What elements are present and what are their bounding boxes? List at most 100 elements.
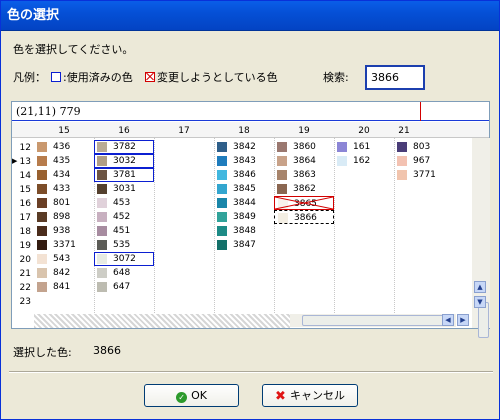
color-number: 3848 bbox=[233, 226, 256, 236]
color-cell[interactable]: 3032 bbox=[94, 154, 154, 168]
color-number: 647 bbox=[113, 282, 131, 292]
color-cell[interactable]: 3842 bbox=[214, 140, 274, 154]
color-cell[interactable]: 841 bbox=[34, 280, 94, 294]
color-cell[interactable]: 842 bbox=[34, 266, 94, 280]
color-cell[interactable]: 436 bbox=[34, 140, 94, 154]
cancel-button[interactable]: ✖ キャンセル bbox=[262, 384, 358, 407]
row-header: 22 bbox=[19, 283, 31, 293]
color-cell[interactable]: 3782 bbox=[94, 140, 154, 154]
color-number: 3845 bbox=[233, 184, 256, 194]
color-number: 162 bbox=[353, 156, 371, 166]
color-cell[interactable]: 3866 bbox=[274, 210, 334, 224]
legend-changing: 変更しようとしている色 bbox=[145, 71, 278, 85]
color-cell[interactable]: 898 bbox=[34, 210, 94, 224]
row-header: 15 bbox=[19, 185, 31, 195]
color-cell[interactable]: 3846 bbox=[214, 168, 274, 182]
color-swatch bbox=[397, 170, 407, 180]
color-grid[interactable]: (21,11) 779 15 16 17 18 19 20 21 12 13 14 15 16 17 1… bbox=[11, 101, 490, 338]
scroll-up-button[interactable]: ▲ bbox=[474, 281, 486, 293]
color-cell[interactable]: 3864 bbox=[274, 154, 334, 168]
color-cell[interactable]: 3847 bbox=[214, 238, 274, 252]
overflow-hatch bbox=[34, 314, 290, 328]
grid-line bbox=[154, 138, 155, 313]
color-number: 435 bbox=[53, 156, 71, 166]
color-cell[interactable]: 803 bbox=[394, 140, 454, 154]
color-cell[interactable]: 648 bbox=[94, 266, 154, 280]
color-cell[interactable]: 3845 bbox=[214, 182, 274, 196]
color-number: 803 bbox=[413, 142, 431, 152]
color-swatch bbox=[217, 156, 227, 166]
coord-readout: (21,11) 779 bbox=[12, 102, 489, 121]
color-cell[interactable]: 3031 bbox=[94, 182, 154, 196]
color-cell[interactable]: 3863 bbox=[274, 168, 334, 182]
scroll-down-button[interactable]: ▼ bbox=[474, 296, 486, 308]
color-swatch bbox=[97, 268, 107, 278]
color-number: 801 bbox=[53, 198, 71, 208]
color-number: 3849 bbox=[233, 212, 256, 222]
color-cell[interactable]: 535 bbox=[94, 238, 154, 252]
color-cell[interactable]: 3860 bbox=[274, 140, 334, 154]
color-number: 3771 bbox=[413, 170, 436, 180]
search-input[interactable] bbox=[365, 65, 425, 90]
selected-value: 3866 bbox=[93, 344, 121, 357]
legend-changing-label: 変更しようとしている色 bbox=[157, 71, 278, 84]
color-number: 436 bbox=[53, 142, 71, 152]
color-number: 433 bbox=[53, 184, 71, 194]
color-cell[interactable]: 434 bbox=[34, 168, 94, 182]
color-cell[interactable]: 3844 bbox=[214, 196, 274, 210]
color-cell[interactable]: 3781 bbox=[94, 168, 154, 182]
color-cell[interactable]: 3848 bbox=[214, 224, 274, 238]
color-cell[interactable]: 435 bbox=[34, 154, 94, 168]
color-cell[interactable]: 967 bbox=[394, 154, 454, 168]
column-header-row: 15 16 17 18 19 20 21 bbox=[12, 122, 489, 138]
ok-button[interactable]: ✓ OK bbox=[144, 384, 239, 407]
row-header: 17 bbox=[19, 213, 31, 223]
cancel-label: キャンセル bbox=[289, 389, 345, 402]
column-header: 19 bbox=[298, 126, 310, 136]
color-cell[interactable]: 162 bbox=[334, 154, 394, 168]
color-cell[interactable]: 543 bbox=[34, 252, 94, 266]
color-swatch bbox=[37, 254, 47, 264]
color-cell[interactable]: 453 bbox=[94, 196, 154, 210]
color-cell[interactable]: 3072 bbox=[94, 252, 154, 266]
check-circle-icon: ✓ bbox=[176, 392, 188, 403]
color-number: 3371 bbox=[53, 240, 76, 250]
color-swatch bbox=[37, 268, 47, 278]
color-number: 161 bbox=[353, 142, 371, 152]
color-cell[interactable]: 451 bbox=[94, 224, 154, 238]
color-number: 543 bbox=[53, 254, 71, 264]
color-cell[interactable]: 3771 bbox=[394, 168, 454, 182]
selected-label: 選択した色: bbox=[13, 346, 72, 359]
color-number: 3862 bbox=[293, 184, 316, 194]
color-cell[interactable]: 647 bbox=[94, 280, 154, 294]
color-number: 3846 bbox=[233, 170, 256, 180]
color-cell[interactable]: 3849 bbox=[214, 210, 274, 224]
scroll-right-button[interactable]: ▶ bbox=[457, 314, 469, 326]
color-swatch bbox=[37, 282, 47, 292]
color-swatch bbox=[97, 282, 107, 292]
color-cell[interactable]: 801 bbox=[34, 196, 94, 210]
search-label: 検索: bbox=[323, 71, 349, 84]
row-header: 12 bbox=[19, 143, 31, 153]
color-cell[interactable]: 433 bbox=[34, 182, 94, 196]
color-swatch bbox=[97, 212, 107, 222]
color-swatch bbox=[217, 212, 227, 222]
color-cell[interactable]: 3843 bbox=[214, 154, 274, 168]
color-number: 648 bbox=[113, 268, 131, 278]
color-swatch bbox=[277, 156, 287, 166]
color-cell[interactable]: 3862 bbox=[274, 182, 334, 196]
color-number: 3844 bbox=[233, 198, 256, 208]
scroll-left-button[interactable]: ◀ bbox=[442, 314, 454, 326]
row-header: 18 bbox=[19, 227, 31, 237]
color-swatch bbox=[97, 184, 107, 194]
horizontal-scroll-thumb[interactable] bbox=[302, 315, 448, 326]
color-swatch bbox=[217, 184, 227, 194]
ok-label: OK bbox=[191, 389, 207, 402]
row-header: 16 bbox=[19, 199, 31, 209]
color-cell[interactable]: 161 bbox=[334, 140, 394, 154]
color-cell[interactable]: 452 bbox=[94, 210, 154, 224]
color-cell[interactable]: 938 bbox=[34, 224, 94, 238]
color-cell[interactable]: 3865 bbox=[274, 196, 334, 210]
color-cell[interactable]: 3371 bbox=[34, 238, 94, 252]
column-header: 17 bbox=[178, 126, 190, 136]
